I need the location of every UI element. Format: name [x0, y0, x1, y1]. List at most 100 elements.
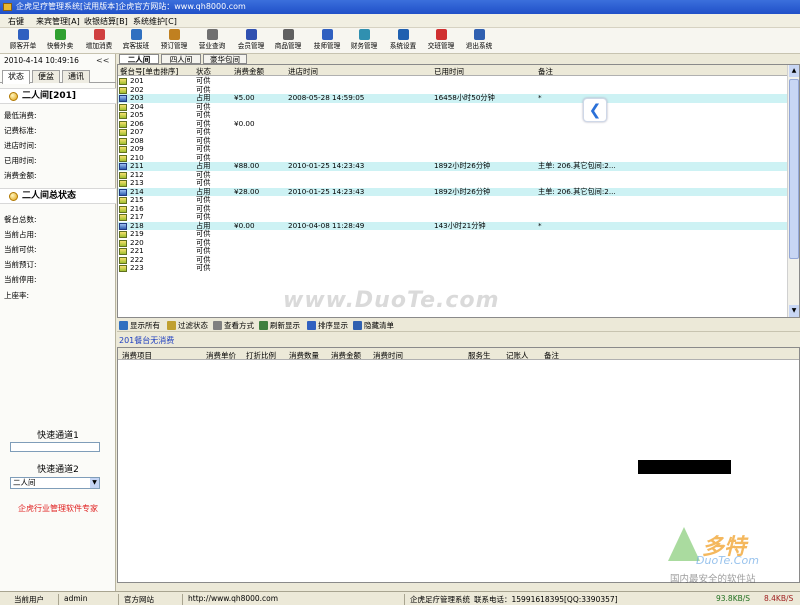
toolbar-button-7[interactable]: 商品管理: [268, 29, 308, 53]
tab-communication[interactable]: 通讯: [62, 70, 90, 83]
toolbar-button-2[interactable]: 增加消费: [79, 29, 119, 53]
cell-amount: ¥88.00: [234, 161, 260, 170]
used-time-label: 已用时间:: [4, 156, 37, 165]
scroll-up-icon[interactable]: ▲: [789, 65, 799, 77]
quick-channel-2-label: 快速通道2: [37, 465, 79, 475]
cell-used-time: 1892小时26分钟: [434, 161, 491, 170]
available-room-icon: [119, 129, 127, 136]
toolbar-button-6[interactable]: 会员管理: [231, 29, 271, 53]
add-consume-icon: [93, 29, 105, 40]
goods-icon: [282, 29, 294, 40]
toolbar-button-12[interactable]: 退出系统: [459, 29, 499, 53]
tab-two-person-room[interactable]: 二人间: [119, 54, 159, 64]
site-label: 官方网站: [124, 595, 154, 604]
available-room-icon: [119, 205, 127, 213]
table-row[interactable]: 209 可供: [118, 144, 789, 154]
col-consume-time[interactable]: 消费时间: [373, 350, 403, 361]
toolbar-button-5[interactable]: 营业查询: [192, 29, 232, 53]
hide-list-button[interactable]: 隐藏清单: [353, 320, 394, 331]
tab-luxury-room[interactable]: 豪华包间: [203, 54, 247, 64]
current-user-label: 当前用户: [14, 595, 44, 604]
table-row[interactable]: 219 可供: [118, 229, 789, 239]
contact-phone: 联系电话：15991618395[QQ:3390357]: [474, 595, 618, 604]
menu-item-guest[interactable]: 来宾管理[A]: [36, 16, 80, 27]
floating-swallow-icon[interactable]: ❮: [583, 98, 607, 122]
duote-logo: 多特 DuoTe.Com 国内最安全的软件站: [666, 525, 800, 585]
scroll-thumb[interactable]: [789, 79, 799, 259]
table-row[interactable]: 214 占用 ¥28.00 2010-01-25 14:23:43 1892小时26分钟…: [118, 187, 789, 196]
tab-four-person-room[interactable]: 四人间: [161, 54, 201, 64]
quick-channel-1-label: 快速通道1: [37, 431, 79, 441]
logo-slogan: 国内最安全的软件站: [670, 574, 756, 585]
status-dot-icon: [9, 92, 18, 101]
table-row[interactable]: 222 可供: [118, 255, 789, 265]
col-detail-note[interactable]: 备注: [544, 350, 559, 361]
table-row[interactable]: 223 可供: [118, 263, 789, 273]
refresh-button[interactable]: 刷新显示: [259, 320, 300, 331]
hide-list-icon: [353, 321, 362, 330]
divider: [182, 594, 183, 605]
col-table-no[interactable]: 餐台号[单击排序]: [120, 66, 178, 77]
disabled-label: 当前停用:: [4, 275, 37, 284]
table-row[interactable]: 211 占用 ¥88.00 2010-01-25 14:23:43 1892小时26分钟…: [118, 161, 789, 171]
table-row[interactable]: 221 可供: [118, 246, 789, 256]
menu-item-rightkey[interactable]: 右键: [8, 16, 24, 27]
toolbar-button-3[interactable]: 宾客拔班: [116, 29, 156, 53]
toolbar-button-10[interactable]: 系统设置: [383, 29, 423, 53]
col-waiter[interactable]: 服务生: [468, 350, 491, 361]
view-mode-button[interactable]: 查看方式: [213, 320, 254, 331]
grid-scrollbar[interactable]: ▲ ▼: [787, 65, 799, 317]
toolbar-button-1[interactable]: 快餐外卖: [40, 29, 80, 53]
menu-item-cashier[interactable]: 收银结算[B]: [84, 16, 128, 27]
occupied-room-icon: [119, 163, 127, 170]
table-row[interactable]: 201 可供: [118, 76, 789, 86]
collapse-sidebar-icon[interactable]: <<: [96, 56, 109, 65]
quick-channel-2-select[interactable]: 二人间 ▼: [10, 477, 100, 489]
toolbar-button-4[interactable]: 预订管理: [154, 29, 194, 53]
cell-amount: ¥5.00: [234, 93, 255, 102]
filter-status-button[interactable]: 过滤状态: [167, 320, 208, 331]
table-row[interactable]: 203 占用 ¥5.00 2008-05-28 14:59:05 16458小时50分钟…: [118, 93, 789, 103]
toolbar-button-8[interactable]: 技师管理: [307, 29, 347, 53]
finance-icon: [358, 29, 370, 40]
table-row[interactable]: 218 占用 ¥0.00 2010-04-08 11:28:49 143小时21分钟 *: [118, 221, 789, 230]
col-checkin-time[interactable]: 进店时间: [288, 66, 318, 77]
table-row[interactable]: 216 可供: [118, 204, 789, 214]
chevron-down-icon[interactable]: ▼: [90, 478, 99, 488]
table-row[interactable]: 215 可供: [118, 195, 789, 205]
occupied-room-icon: [119, 188, 127, 196]
toolbar-button-label: 交班管理: [427, 42, 455, 50]
show-all-button[interactable]: 显示所有: [119, 320, 160, 331]
menu-item-system[interactable]: 系统维护[C]: [133, 16, 177, 27]
table-row[interactable]: 206 可供 ¥0.00: [118, 119, 789, 129]
toolbar-button-0[interactable]: 顾客开单: [3, 29, 43, 53]
col-bookkeeper[interactable]: 记账人: [506, 350, 529, 361]
scroll-down-icon[interactable]: ▼: [789, 305, 799, 317]
table-row[interactable]: 207 可供: [118, 127, 789, 137]
table-row[interactable]: 220 可供: [118, 238, 789, 248]
toolbar-button-9[interactable]: 财务管理: [344, 29, 384, 53]
table-row[interactable]: 205 可供: [118, 110, 789, 120]
table-row[interactable]: 212 可供: [118, 170, 789, 180]
tab-status[interactable]: 状态: [2, 70, 30, 84]
col-unit-price[interactable]: 消费单价: [206, 350, 236, 361]
quick-channel-1-input[interactable]: [10, 442, 100, 452]
table-row[interactable]: 204 可供: [118, 102, 789, 112]
available-room-icon: [119, 146, 127, 153]
available-room-icon: [119, 154, 127, 162]
col-amount[interactable]: 消费金额: [234, 66, 264, 77]
redaction-bar: [638, 460, 731, 474]
sort-button[interactable]: 排序显示: [307, 320, 348, 331]
col-quantity[interactable]: 消费数量: [289, 350, 319, 361]
available-room-icon: [119, 137, 127, 145]
col-detail-amount[interactable]: 消费金额: [331, 350, 361, 361]
col-discount[interactable]: 打折比例: [246, 350, 276, 361]
show-all-label: 显示所有: [130, 321, 160, 330]
tab-bedpan[interactable]: 便盆: [32, 70, 60, 83]
toolbar-button-11[interactable]: 交班管理: [421, 29, 461, 53]
col-used-time[interactable]: 已用时间: [434, 66, 464, 77]
table-row[interactable]: 208 可供: [118, 136, 789, 146]
col-item[interactable]: 消费项目: [122, 350, 152, 361]
site-url[interactable]: http://www.qh8000.com: [188, 594, 278, 603]
col-note[interactable]: 备注: [538, 66, 553, 77]
